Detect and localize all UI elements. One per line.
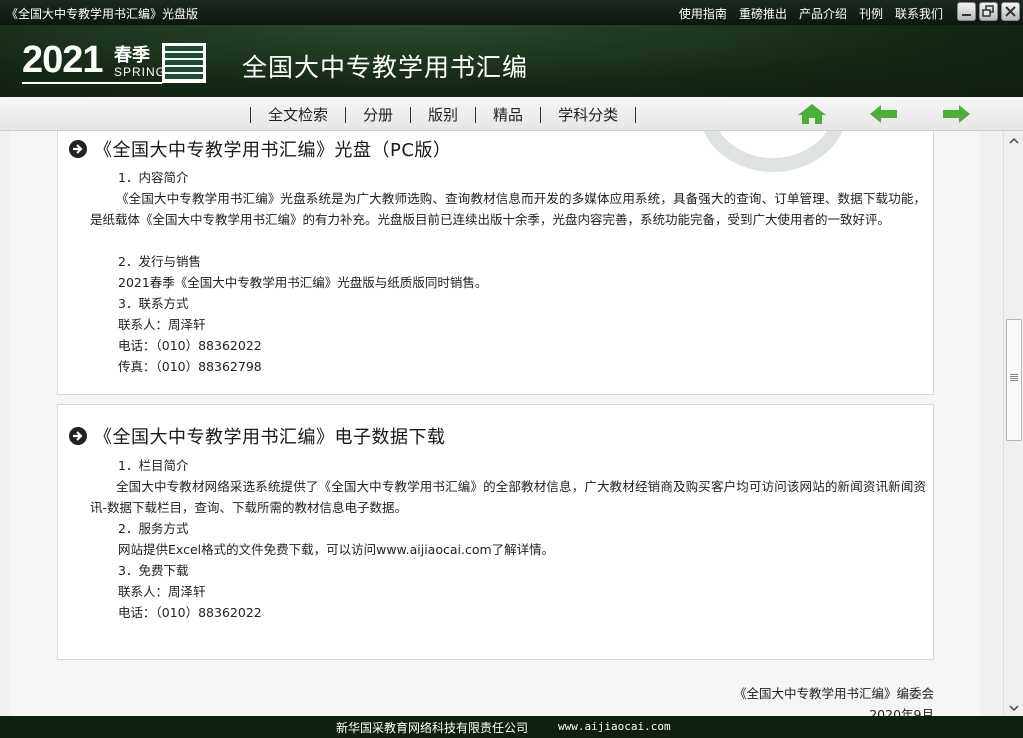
website-url[interactable]: www.aijiaocai.com [558, 720, 671, 733]
arrow-circle-icon [69, 140, 87, 158]
subheading: 1．栏目简介 [118, 458, 189, 473]
chevron-up-icon [1009, 137, 1019, 144]
signature-org: 《全国大中专教学用书汇编》编委会 [733, 686, 934, 701]
phone-number: 电话：（010）88362022 [118, 605, 262, 620]
scroll-up-button[interactable] [1006, 133, 1022, 147]
decorative-circle [698, 131, 848, 172]
text-line: 2021春季《全国大中专教学用书汇编》光盘版与纸质版同时销售。 [118, 275, 488, 290]
section-title: 《全国大中专教学用书汇编》光盘（PC版） [94, 140, 452, 161]
nav-menu: 全文检索 分册 版别 精品 学科分类 [250, 106, 637, 124]
site-title: 全国大中专教学用书汇编 [242, 53, 529, 82]
signature-date: 2020年9月 [869, 707, 934, 716]
nav-editions[interactable]: 版别 [411, 106, 475, 124]
signature-block: 《全国大中专教学用书汇编》编委会 2020年9月 [734, 683, 934, 716]
paragraph: 《全国大中专教学用书汇编》光盘系统是为广大教师选购、查询教材信息而开发的多媒体应… [90, 191, 926, 227]
link-rate-card[interactable]: 刊例 [859, 5, 883, 22]
vertical-scrollbar[interactable] [1003, 131, 1023, 716]
back-arrow-icon[interactable] [868, 103, 900, 125]
subheading: 3．免费下载 [118, 563, 189, 578]
nav-bar: 全文检索 分册 版别 精品 学科分类 [0, 97, 1023, 131]
link-product-intro[interactable]: 产品介绍 [799, 5, 847, 22]
forward-arrow-icon[interactable] [940, 103, 972, 125]
close-button[interactable] [1001, 2, 1020, 21]
nav-volumes[interactable]: 分册 [346, 106, 410, 124]
company-name: 新华国采教育网络科技有限责任公司 [336, 721, 529, 735]
restore-button[interactable] [979, 2, 998, 21]
app-title: 《全国大中专教学用书汇编》光盘版 [6, 7, 199, 21]
section-cd-version: 《全国大中专教学用书汇编》光盘（PC版） 1．内容简介 《全国大中专教学用书汇编… [57, 131, 934, 395]
chevron-down-icon [1009, 705, 1019, 712]
subheading: 1．内容简介 [118, 170, 189, 185]
contact-person: 联系人：周泽轩 [118, 584, 206, 599]
fax-number: 传真：（010）88362798 [118, 359, 262, 374]
scroll-thumb[interactable] [1006, 319, 1022, 441]
nav-featured[interactable]: 精品 [476, 106, 540, 124]
subheading: 2．服务方式 [118, 521, 189, 536]
close-icon [1005, 6, 1016, 17]
section-data-download: 《全国大中专教学用书汇编》电子数据下载 1．栏目简介 全国大中专教材网络采选系统… [57, 404, 934, 660]
content-area: 《全国大中专教学用书汇编》光盘（PC版） 1．内容简介 《全国大中专教学用书汇编… [0, 131, 1003, 716]
minimize-icon [962, 14, 971, 16]
subheading: 2．发行与销售 [118, 254, 201, 269]
link-contact-us[interactable]: 联系我们 [895, 5, 943, 22]
nav-icons [796, 103, 972, 125]
header-banner: 2021 春季 SPRING 全国大中专教学用书汇编 [0, 25, 1023, 97]
logo-spring: SPRING [114, 65, 167, 79]
top-links: 使用指南 重磅推出 产品介绍 刊例 联系我们 [679, 5, 943, 22]
text-line: 网站提供Excel格式的文件免费下载，可以访问www.aijiaocai.com… [118, 542, 555, 557]
subheading: 3．联系方式 [118, 296, 189, 311]
section-title: 《全国大中专教学用书汇编》电子数据下载 [94, 427, 446, 448]
section-header: 《全国大中专教学用书汇编》电子数据下载 [68, 423, 446, 449]
book-stack-icon [162, 43, 206, 83]
phone-number: 电话：（010）88362022 [118, 338, 262, 353]
logo-season: 春季 [114, 45, 150, 66]
logo-underline [22, 82, 162, 84]
home-icon[interactable] [796, 103, 828, 125]
section-header: 《全国大中专教学用书汇编》光盘（PC版） [68, 136, 451, 162]
nav-divider [635, 107, 637, 123]
contact-person: 联系人：周泽轩 [118, 317, 206, 332]
link-featured[interactable]: 重磅推出 [739, 5, 787, 22]
scroll-down-button[interactable] [1006, 700, 1022, 714]
status-footer: 新华国采教育网络科技有限责任公司 www.aijiaocai.com [0, 716, 1023, 738]
minimize-button[interactable] [957, 2, 976, 21]
nav-fulltext-search[interactable]: 全文检索 [251, 106, 345, 124]
arrow-circle-icon [69, 427, 87, 445]
logo-year: 2021 [22, 39, 104, 81]
window-controls [957, 2, 1020, 21]
restore-icon [982, 5, 994, 17]
link-user-guide[interactable]: 使用指南 [679, 5, 727, 22]
nav-subject-category[interactable]: 学科分类 [541, 106, 635, 124]
paragraph: 全国大中专教材网络采选系统提供了《全国大中专教学用书汇编》的全部教材信息，广大教… [90, 479, 926, 515]
title-bar: 《全国大中专教学用书汇编》光盘版 使用指南 重磅推出 产品介绍 刊例 联系我们 [0, 0, 1023, 25]
logo: 2021 春季 SPRING [22, 39, 212, 87]
